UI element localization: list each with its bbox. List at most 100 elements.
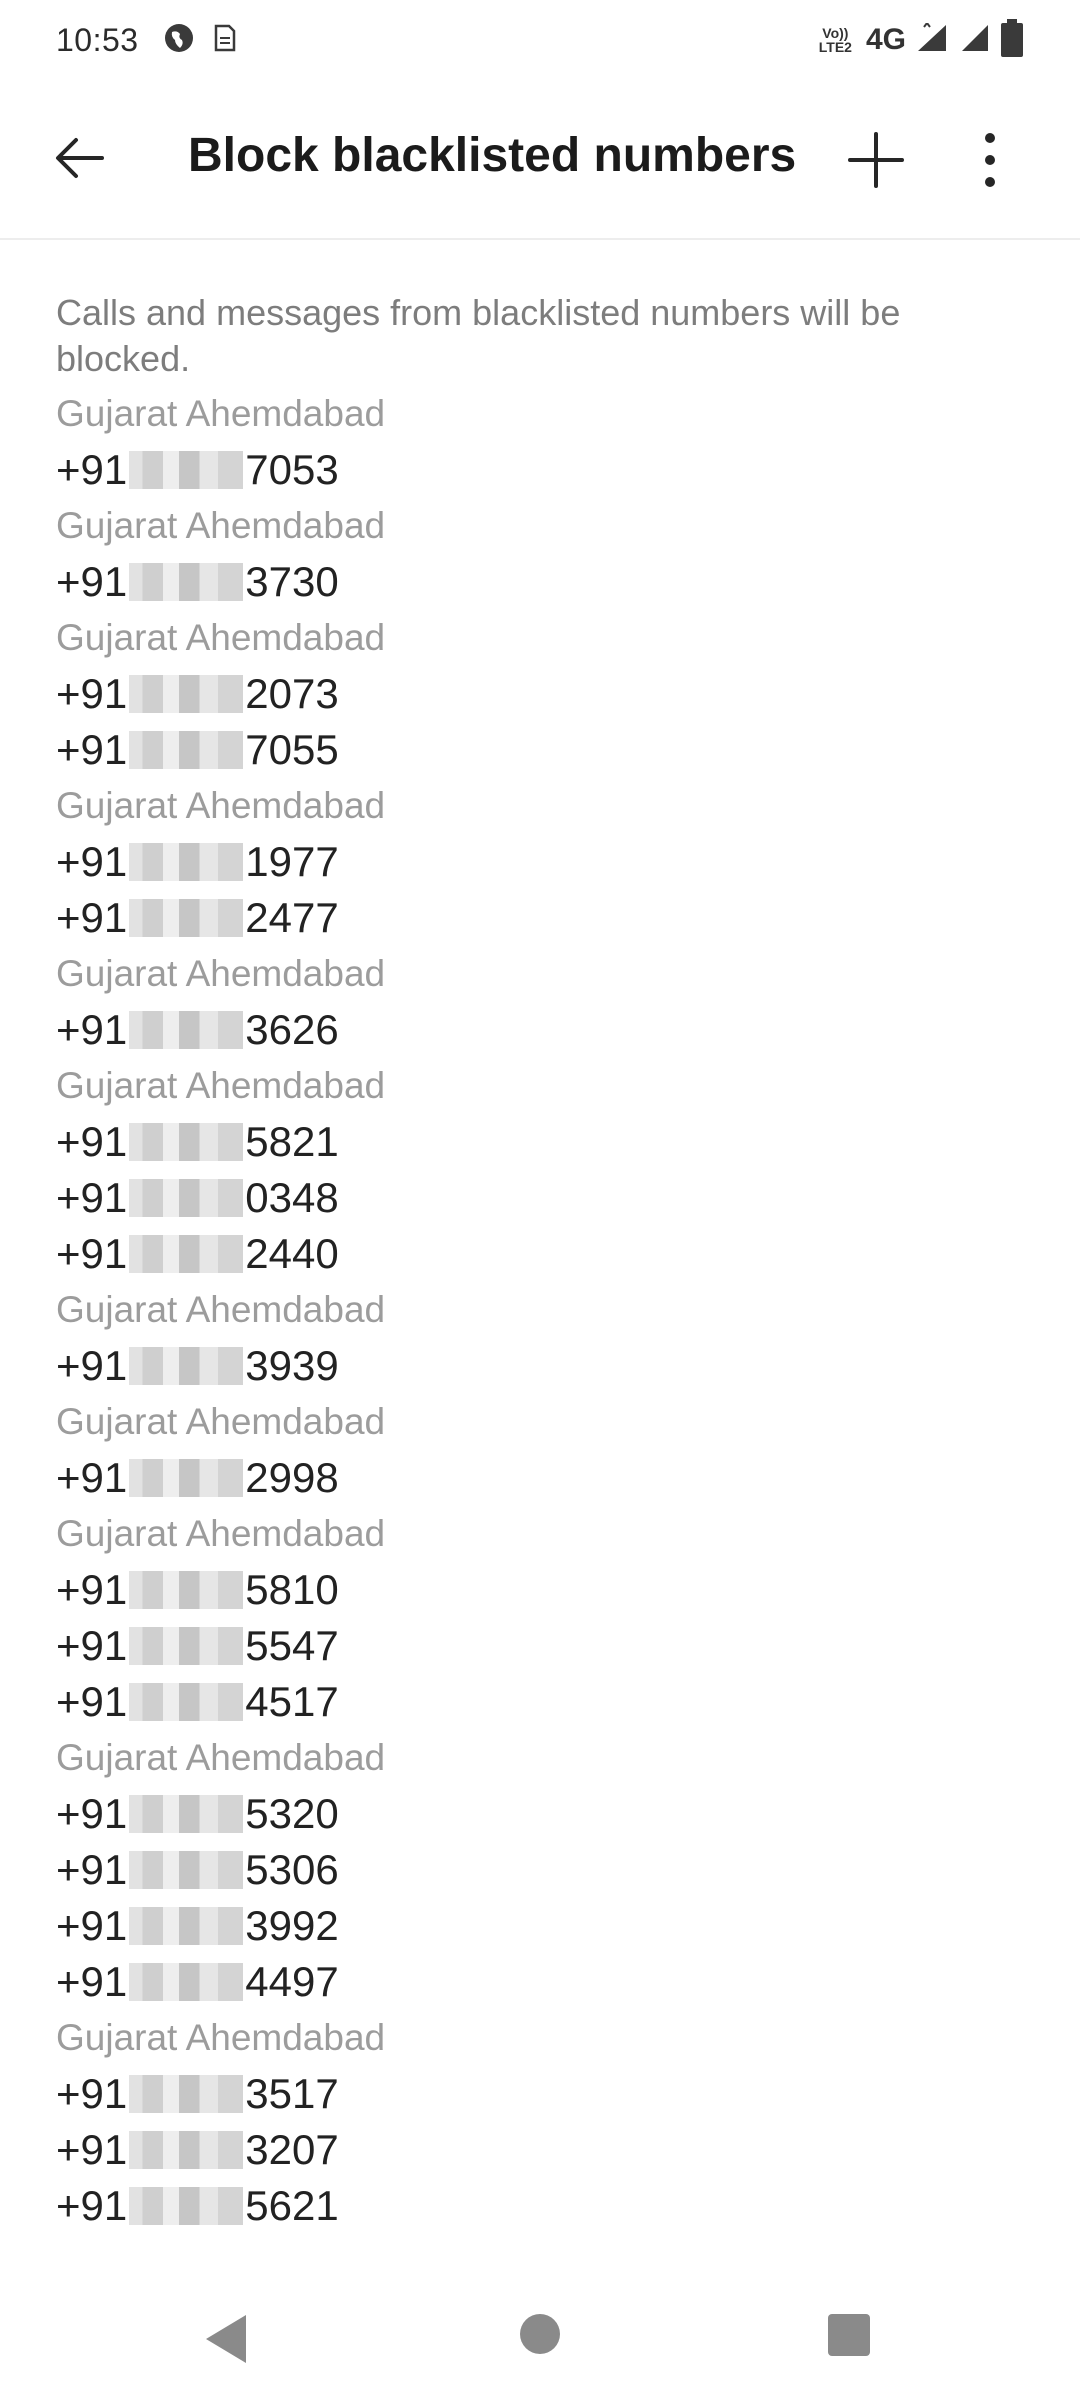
number-location: Gujarat Ahemdabad [56, 1065, 386, 1106]
phone-number: +91 5821 [56, 1114, 1080, 1170]
blacklist-entry[interactable]: +91 3517 [0, 2066, 1080, 2122]
blacklist-entry[interactable]: +91 5728 Gujarat Ahemdabad [0, 378, 1080, 442]
phone-suffix: 0348 [245, 1174, 339, 1221]
volte-indicator: Vo)) LTE2 [818, 25, 852, 55]
phone-suffix: 3992 [245, 1902, 339, 1949]
blacklist-entry[interactable]: +91 3992 [0, 1898, 1080, 1954]
phone-suffix: 3626 [245, 1006, 339, 1053]
more-vert-icon [985, 133, 995, 187]
blacklist-entry[interactable]: +91 5621 [0, 2178, 1080, 2234]
blacklist-entry[interactable]: +91 4497 Gujarat Ahemdabad [0, 1954, 1080, 2066]
phone-prefix: +91 [56, 838, 128, 885]
phone-number: +91 0348 [56, 1170, 1080, 1226]
screen: 10:53 Vo)) LTE2 4G Block blacklisted num… [0, 0, 1080, 2400]
blacklist-entry[interactable]: +91 5821 [0, 1114, 1080, 1170]
nav-home-icon[interactable] [520, 2314, 560, 2354]
blacklist-list[interactable]: +91 5728 Gujarat Ahemdabad +91 7053 Gujarat A… [0, 378, 1080, 2284]
signal-2-icon [960, 23, 990, 58]
add-number-button[interactable] [838, 122, 914, 198]
blacklist-entry[interactable]: +91 5547 [0, 1618, 1080, 1674]
blacklist-entry[interactable]: +91 2477 Gujarat Ahemdabad [0, 890, 1080, 1002]
phone-prefix: +91 [56, 378, 127, 382]
number-location: Gujarat Ahemdabad [56, 393, 386, 434]
redacted-digits [129, 1907, 244, 1945]
phone-suffix: 2073 [245, 670, 339, 717]
blacklist-list-inner: +91 5728 Gujarat Ahemdabad +91 7053 Gujarat A… [0, 378, 1080, 2234]
phone-prefix: +91 [56, 2070, 128, 2117]
more-options-button[interactable] [954, 122, 1026, 198]
network-type: 4G [865, 23, 906, 56]
phone-number: +91 2477 [56, 890, 1080, 946]
redacted-digits [129, 1683, 244, 1721]
blacklist-entry[interactable]: +91 5810 [0, 1562, 1080, 1618]
blacklist-entry[interactable]: +91 2440 Gujarat Ahemdabad [0, 1226, 1080, 1338]
app-bar: Block blacklisted numbers [0, 80, 1080, 240]
phone-prefix: +91 [56, 446, 128, 493]
phone-suffix: 4497 [245, 1958, 339, 2005]
redacted-digits [129, 1011, 244, 1049]
redacted-digits [129, 1571, 244, 1609]
status-left-icons [163, 22, 237, 59]
number-location: Gujarat Ahemdabad [56, 2017, 386, 2058]
phone-number: +91 1977 [56, 834, 1080, 890]
blacklist-entry[interactable]: +91 3730 Gujarat Ahemdabad [0, 554, 1080, 666]
back-button[interactable] [44, 122, 116, 194]
redacted-digits [129, 1627, 244, 1665]
blacklist-entry[interactable]: +91 5306 [0, 1842, 1080, 1898]
number-location: Gujarat Ahemdabad [56, 1289, 386, 1330]
phone-suffix: 5728 [245, 378, 338, 382]
phone-suffix: 2998 [245, 1454, 339, 1501]
phone-number: +91 5728 [56, 378, 1080, 386]
blacklist-entry[interactable]: +91 1977 [0, 834, 1080, 890]
phone-number: +91 5547 [56, 1618, 1080, 1674]
redacted-digits [129, 1347, 244, 1385]
blacklist-entry[interactable]: +91 2073 [0, 666, 1080, 722]
phone-prefix: +91 [56, 1566, 128, 1613]
status-bar: 10:53 Vo)) LTE2 4G [0, 0, 1080, 80]
phone-suffix: 5810 [245, 1566, 339, 1613]
phone-prefix: +91 [56, 1174, 128, 1221]
phone-suffix: 5306 [245, 1846, 339, 1893]
phone-number: +91 3517 [56, 2066, 1080, 2122]
phone-prefix: +91 [56, 1846, 128, 1893]
phone-prefix: +91 [56, 1790, 128, 1837]
blacklist-entry[interactable]: +91 7053 Gujarat Ahemdabad [0, 442, 1080, 554]
phone-prefix: +91 [56, 1454, 128, 1501]
blacklist-entry[interactable]: +91 7055 Gujarat Ahemdabad [0, 722, 1080, 834]
nav-back-button[interactable] [198, 2308, 254, 2370]
battery-icon [1000, 18, 1024, 62]
redacted-digits [129, 675, 244, 713]
number-location: Gujarat Ahemdabad [56, 953, 386, 994]
phone-number: +91 4497 [56, 1954, 1080, 2010]
blacklist-entry[interactable]: +91 4517 Gujarat Ahemdabad [0, 1674, 1080, 1786]
phone-suffix: 5320 [245, 1790, 339, 1837]
blacklist-entry[interactable]: +91 5320 [0, 1786, 1080, 1842]
redacted-digits [129, 843, 244, 881]
vpn-globe-icon [163, 22, 195, 59]
phone-prefix: +91 [56, 558, 128, 605]
phone-prefix: +91 [56, 1230, 128, 1277]
phone-number: +91 3626 [56, 1002, 1080, 1058]
nav-recents-icon[interactable] [828, 2314, 870, 2356]
nav-back-icon [206, 2315, 246, 2363]
blacklist-entry[interactable]: +91 3626 Gujarat Ahemdabad [0, 1002, 1080, 1114]
blacklist-entry[interactable]: +91 0348 [0, 1170, 1080, 1226]
blacklist-entry[interactable]: +91 3207 [0, 2122, 1080, 2178]
phone-prefix: +91 [56, 1622, 128, 1669]
phone-number: +91 3992 [56, 1898, 1080, 1954]
redacted-digits [129, 731, 244, 769]
phone-prefix: +91 [56, 1958, 128, 2005]
blacklist-entry[interactable]: +91 3939 Gujarat Ahemdabad [0, 1338, 1080, 1450]
redacted-digits [129, 899, 244, 937]
phone-prefix: +91 [56, 1902, 128, 1949]
phone-number: +91 7055 [56, 722, 1080, 778]
phone-number: +91 2073 [56, 666, 1080, 722]
phone-number: +91 5306 [56, 1842, 1080, 1898]
blacklist-entry[interactable]: +91 2998 Gujarat Ahemdabad [0, 1450, 1080, 1562]
plus-icon [848, 132, 904, 188]
redacted-digits [129, 563, 244, 601]
redacted-digits [129, 1179, 244, 1217]
page-title: Block blacklisted numbers [188, 129, 797, 182]
redacted-digits [129, 1235, 244, 1273]
redacted-digits [129, 1123, 244, 1161]
